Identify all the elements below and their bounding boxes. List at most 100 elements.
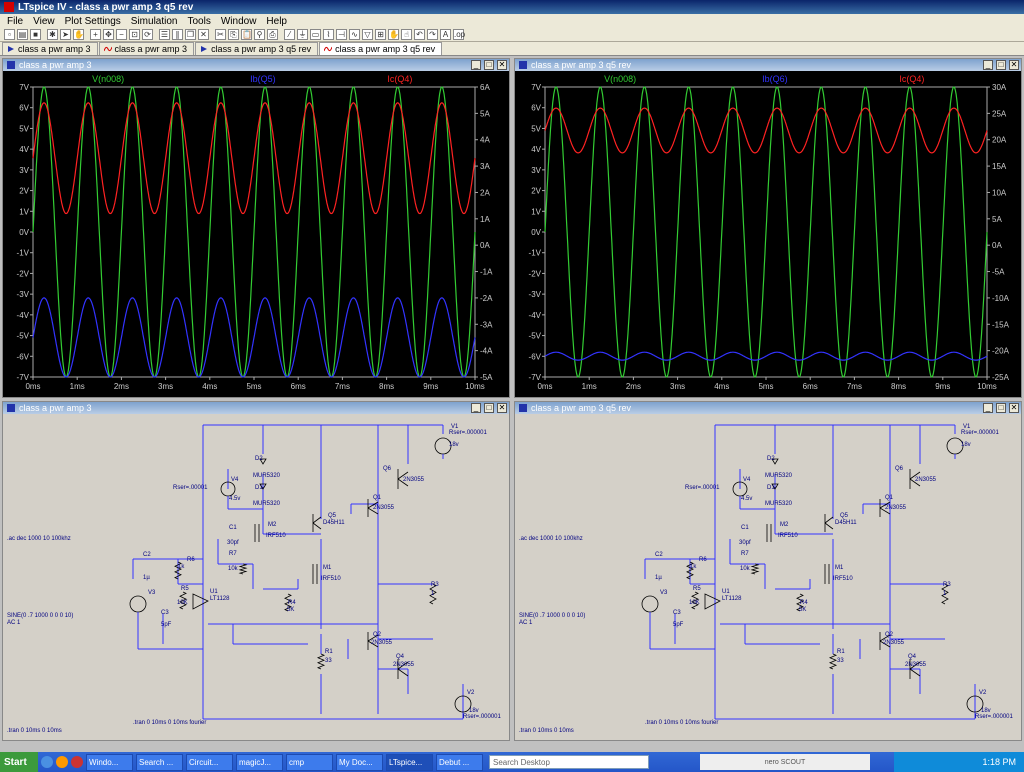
pan-icon[interactable]: ✥ <box>103 29 114 40</box>
y-left-tick-label: -5V <box>529 332 542 341</box>
save-icon[interactable]: ■ <box>30 29 41 40</box>
schematic-tab-icon <box>8 46 14 52</box>
x-tick-label: 3ms <box>158 382 173 391</box>
close-button[interactable]: ✕ <box>1009 60 1019 70</box>
menu-plot-settings[interactable]: Plot Settings <box>60 16 126 27</box>
wire-icon[interactable]: ⁄ <box>284 29 295 40</box>
close-button[interactable]: ✕ <box>497 403 507 413</box>
x-tick-label: 5ms <box>758 382 773 391</box>
menu-file[interactable]: File <box>2 16 28 27</box>
schematic-label: D2 <box>767 456 775 462</box>
chrome-quicklaunch-icon[interactable] <box>71 756 83 768</box>
start-button[interactable]: Start <box>0 752 38 772</box>
zoom-in-icon[interactable]: + <box>90 29 101 40</box>
taskbar-item-cmp[interactable]: cmp <box>286 753 333 771</box>
tab-class-a-pwr-amp-3-plot[interactable]: class a pwr amp 3 <box>98 42 195 55</box>
undo-icon[interactable]: ↶ <box>414 29 425 40</box>
cascade-icon[interactable]: ❐ <box>185 29 196 40</box>
source-symbol <box>129 595 147 613</box>
maximize-button[interactable]: □ <box>484 403 494 413</box>
series-Ic(Q4) <box>544 107 988 154</box>
resistor-icon[interactable]: ⌇ <box>323 29 334 40</box>
y-left-tick-label: -5V <box>17 332 30 341</box>
schematic-canvas-left[interactable]: V1 Rser=.000001 18v D2 MUR5320 D1 MUR5320 V4 4.5… <box>3 414 509 740</box>
halt-icon[interactable]: ✋ <box>73 29 84 40</box>
zoom-out-icon[interactable]: − <box>116 29 127 40</box>
drag-icon[interactable]: ☝ <box>401 29 412 40</box>
y-left-tick-label: -1V <box>17 249 30 258</box>
find-icon[interactable]: ⚲ <box>254 29 265 40</box>
waveform-plot-left[interactable]: 7V 6V 5V 4V 3V 2V 1V 0V -1V -2V -3V -4V -5V -6V -7V 6A 5… <box>3 71 509 397</box>
label-net-icon[interactable]: ▭ <box>310 29 321 40</box>
y-left-tick-label: -7V <box>17 373 30 382</box>
new-schematic-icon[interactable]: ▫ <box>4 29 15 40</box>
control-panel-icon[interactable]: ✱ <box>47 29 58 40</box>
maximize-button[interactable]: □ <box>996 60 1006 70</box>
redo-icon[interactable]: ↷ <box>427 29 438 40</box>
minimize-button[interactable]: _ <box>471 60 481 70</box>
taskbar-item-debut[interactable]: Debut ... <box>436 753 483 771</box>
plot-tab-icon <box>103 46 112 52</box>
minimize-button[interactable]: _ <box>471 403 481 413</box>
component-icon[interactable]: ⊞ <box>375 29 386 40</box>
firefox-quicklaunch-icon[interactable] <box>56 756 68 768</box>
copy-icon[interactable]: ⎘ <box>228 29 239 40</box>
taskbar-item-magicjack[interactable]: magicJ... <box>236 753 283 771</box>
minimize-button[interactable]: _ <box>983 60 993 70</box>
taskbar-item-ltspice[interactable]: LTspice... <box>386 753 433 771</box>
schematic-label: .tran 0 10ms 0 10ms <box>519 728 574 734</box>
schematic-label: Rser=.00001 <box>685 485 720 491</box>
text-icon[interactable]: A <box>440 29 451 40</box>
minimize-button[interactable]: _ <box>983 403 993 413</box>
mosfet-symbol <box>312 564 318 584</box>
ie-quicklaunch-icon[interactable] <box>41 756 53 768</box>
taskbar-item-my-documents[interactable]: My Doc... <box>336 753 383 771</box>
tab-class-a-pwr-amp-3-q5-rev[interactable]: class a pwr amp 3 q5 rev <box>195 42 319 55</box>
maximize-button[interactable]: □ <box>484 60 494 70</box>
maximize-button[interactable]: □ <box>996 403 1006 413</box>
inductor-icon[interactable]: ∿ <box>349 29 360 40</box>
autorange-icon[interactable]: ⟳ <box>142 29 153 40</box>
y-right-tick-label: 0A <box>480 241 490 250</box>
open-icon[interactable]: ▤ <box>17 29 28 40</box>
zoom-fit-icon[interactable]: ⊡ <box>129 29 140 40</box>
schematic-label: M2 <box>268 522 277 528</box>
schematic-label: Q6 <box>895 466 904 472</box>
taskbar-item-circuit[interactable]: Circuit... <box>186 753 233 771</box>
tab-class-a-pwr-amp-3[interactable]: class a pwr amp 3 <box>2 42 98 55</box>
close-button[interactable]: ✕ <box>1009 403 1019 413</box>
menu-simulation[interactable]: Simulation <box>126 16 183 27</box>
diode-icon[interactable]: ▽ <box>362 29 373 40</box>
cut-icon[interactable]: ✂ <box>215 29 226 40</box>
run-icon[interactable]: ➤ <box>60 29 71 40</box>
spice-directive-icon[interactable]: .op <box>453 29 465 40</box>
y-left-tick-label: 6V <box>531 104 541 113</box>
move-icon[interactable]: ✋ <box>388 29 399 40</box>
schematic-canvas-right[interactable]: V1 Rser=.000001 18v D2 MUR5320 D1 MUR5320 V4 4.5… <box>515 414 1021 740</box>
menu-window[interactable]: Window <box>216 16 262 27</box>
desktop-search-input[interactable]: Search Desktop <box>489 755 649 769</box>
close-window-icon[interactable]: ✕ <box>198 29 209 40</box>
menu-view[interactable]: View <box>28 16 60 27</box>
tab-class-a-pwr-amp-3-q5-rev-plot[interactable]: class a pwr amp 3 q5 rev <box>319 42 443 55</box>
paste-icon[interactable]: 📋 <box>241 29 252 40</box>
y-right-tick-label: -5A <box>992 268 1005 277</box>
tile-horizontal-icon[interactable]: ☰ <box>159 29 170 40</box>
y-left-tick-label: 1V <box>19 207 29 216</box>
tile-vertical-icon[interactable]: ∥ <box>172 29 183 40</box>
mosfet-symbol <box>254 524 260 542</box>
menu-tools[interactable]: Tools <box>182 16 215 27</box>
taskbar-item-windows[interactable]: Windo... <box>86 753 133 771</box>
taskbar-item-search[interactable]: Search ... <box>136 753 183 771</box>
capacitor-icon[interactable]: ⊣ <box>336 29 347 40</box>
menu-help[interactable]: Help <box>261 16 292 27</box>
nero-scout-toolbar[interactable]: nero SCOUT <box>700 754 870 770</box>
waveform-plot-right[interactable]: 7V 6V 5V 4V 3V 2V 1V 0V -1V -2V -3V -4V -5V -6V -7V 30A… <box>515 71 1021 397</box>
print-icon[interactable]: ⎙ <box>267 29 278 40</box>
x-tick-label: 3ms <box>670 382 685 391</box>
ground-icon[interactable]: ⏚ <box>297 29 308 40</box>
schematic-label: SINE(0 .7 1000 0 0 0 10) <box>7 613 73 619</box>
close-button[interactable]: ✕ <box>497 60 507 70</box>
schematic-label: C1 <box>229 525 237 531</box>
plot-window-left-titlebar: class a pwr amp 3 _ □ ✕ <box>3 59 509 71</box>
